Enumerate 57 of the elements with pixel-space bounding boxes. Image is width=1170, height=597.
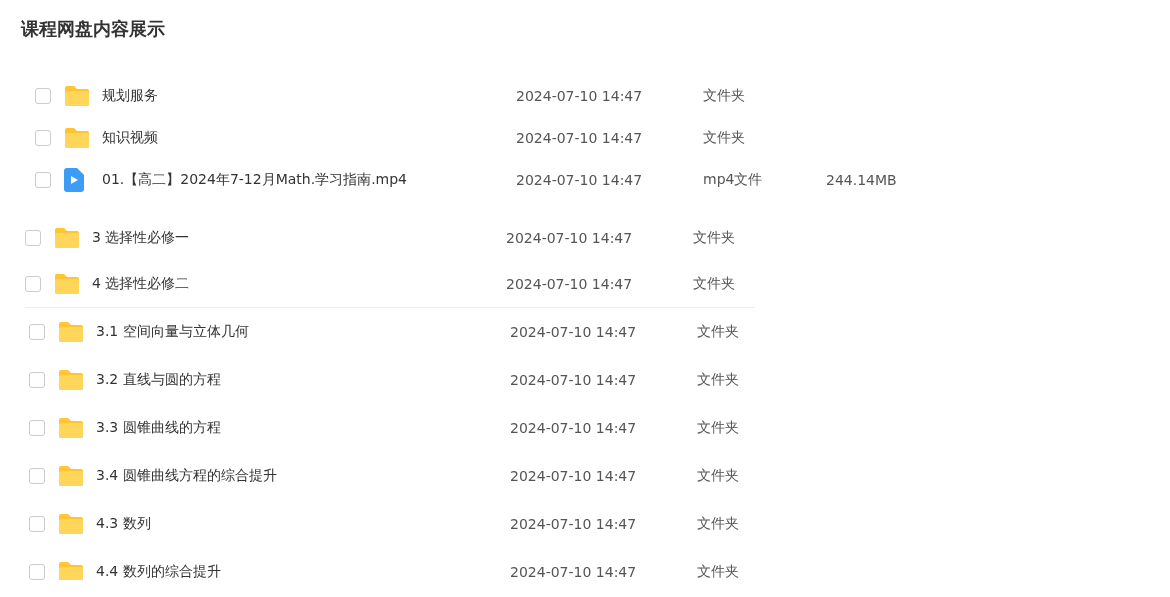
modified-date: 2024-07-10 14:47 — [506, 230, 633, 246]
page-title: 课程网盘内容展示 — [21, 17, 166, 41]
folder-icon — [58, 561, 84, 580]
file-name[interactable]: 3.4 圆锥曲线方程的综合提升 — [96, 467, 277, 485]
folder-icon — [64, 127, 90, 149]
folder-icon — [58, 369, 84, 391]
checkbox[interactable] — [29, 516, 45, 532]
file-name[interactable]: 规划服务 — [102, 87, 158, 105]
modified-date: 2024-07-10 14:47 — [510, 372, 637, 388]
file-type: 文件夹 — [693, 275, 735, 293]
file-size: 244.14MB — [826, 172, 897, 188]
file-name[interactable]: 4.3 数列 — [96, 515, 151, 533]
file-type: mp4文件 — [703, 171, 763, 189]
checkbox[interactable] — [35, 130, 51, 146]
modified-date: 2024-07-10 14:47 — [510, 420, 637, 436]
checkbox[interactable] — [25, 230, 41, 246]
modified-date: 2024-07-10 14:47 — [510, 516, 637, 532]
checkbox[interactable] — [29, 420, 45, 436]
file-name[interactable]: 知识视频 — [102, 129, 158, 147]
folder-icon — [58, 513, 84, 535]
file-name[interactable]: 01.【高二】2024年7-12月Math.学习指南.mp4 — [102, 171, 408, 189]
file-type: 文件夹 — [697, 467, 739, 485]
checkbox[interactable] — [29, 324, 45, 340]
file-type: 文件夹 — [697, 419, 739, 437]
modified-date: 2024-07-10 14:47 — [516, 172, 643, 188]
file-name[interactable]: 3.1 空间向量与立体几何 — [96, 323, 249, 341]
file-type: 文件夹 — [697, 323, 739, 341]
file-name[interactable]: 3.2 直线与圆的方程 — [96, 371, 221, 389]
file-type: 文件夹 — [697, 515, 739, 533]
checkbox[interactable] — [29, 468, 45, 484]
file-name[interactable]: 4 选择性必修二 — [92, 275, 190, 293]
folder-icon — [54, 273, 80, 295]
file-name[interactable]: 3 选择性必修一 — [92, 229, 190, 247]
folder-icon — [58, 465, 84, 487]
file-type: 文件夹 — [703, 87, 745, 105]
modified-date: 2024-07-10 14:47 — [510, 564, 637, 580]
checkbox[interactable] — [29, 564, 45, 580]
modified-date: 2024-07-10 14:47 — [506, 276, 633, 292]
folder-icon — [58, 321, 84, 343]
file-type: 文件夹 — [697, 563, 739, 580]
modified-date: 2024-07-10 14:47 — [510, 468, 637, 484]
checkbox[interactable] — [29, 372, 45, 388]
file-type: 文件夹 — [703, 129, 745, 147]
folder-icon — [54, 227, 80, 249]
folder-icon — [58, 417, 84, 439]
modified-date: 2024-07-10 14:47 — [510, 324, 637, 340]
file-name[interactable]: 4.4 数列的综合提升 — [96, 563, 221, 580]
checkbox[interactable] — [25, 276, 41, 292]
file-type: 文件夹 — [693, 229, 735, 247]
checkbox[interactable] — [35, 172, 51, 188]
file-name[interactable]: 3.3 圆锥曲线的方程 — [96, 419, 221, 437]
modified-date: 2024-07-10 14:47 — [516, 130, 643, 146]
checkbox[interactable] — [35, 88, 51, 104]
folder-icon — [64, 85, 90, 107]
file-type: 文件夹 — [697, 371, 739, 389]
video-file-icon — [64, 168, 84, 192]
modified-date: 2024-07-10 14:47 — [516, 88, 643, 104]
